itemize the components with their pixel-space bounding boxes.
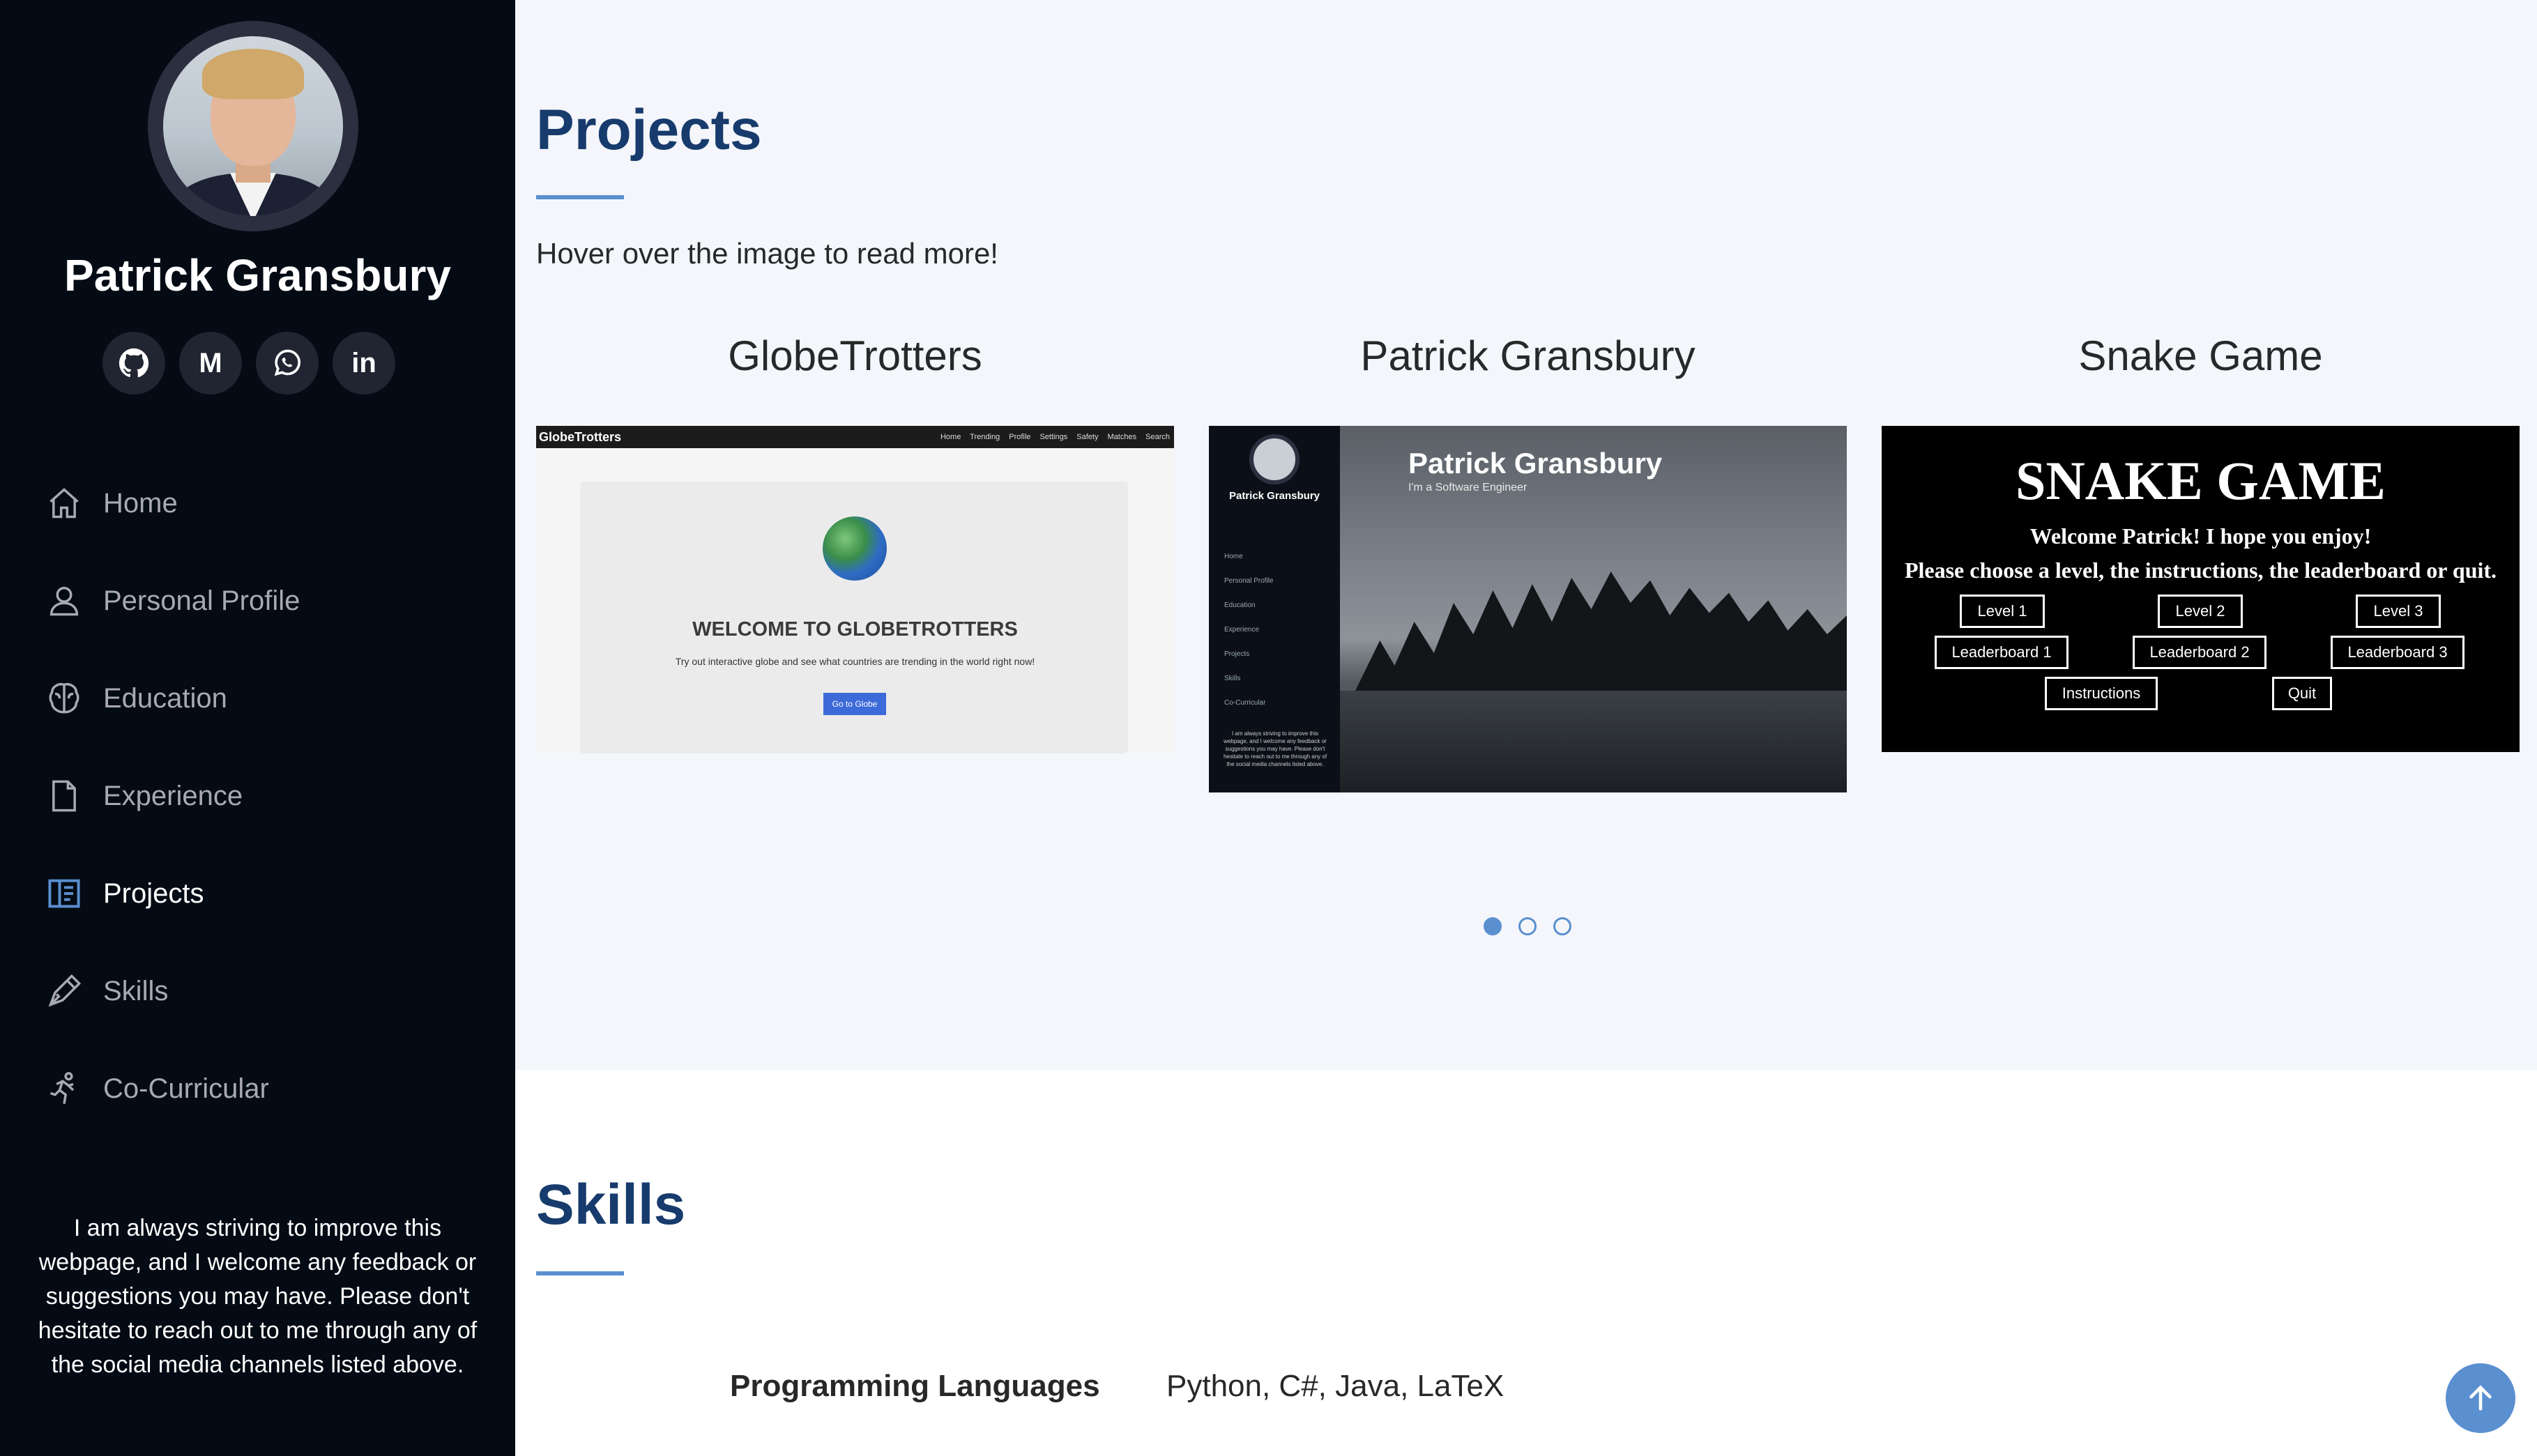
lake-image — [1340, 691, 1847, 792]
sg-instructions-button: Instructions — [2045, 677, 2158, 710]
whatsapp-link[interactable] — [256, 332, 319, 394]
carousel-dot-1[interactable] — [1484, 917, 1502, 935]
brain-icon — [49, 683, 79, 714]
sg-heading: SNAKE GAME — [2016, 450, 2386, 511]
profile-photo — [163, 36, 343, 216]
project-image-patrick-gransbury[interactable]: Patrick Gransbury Home Personal Profile … — [1209, 426, 1847, 792]
pg-nav-item: Projects — [1224, 650, 1250, 658]
file-icon — [52, 780, 76, 812]
sg-leaderboard-3-button: Leaderboard 3 — [2331, 636, 2464, 669]
gt-tagline: Try out interactive globe and see what c… — [675, 656, 1035, 667]
pg-nav-item: Skills — [1224, 675, 1241, 682]
sg-quit-button: Quit — [2272, 677, 2332, 710]
sidebar-nav: Home Personal Profile Education Experien… — [46, 454, 300, 1137]
sidebar-item-label: Experience — [103, 780, 243, 811]
sidebar-item-label: Home — [103, 487, 178, 519]
skills-title: Skills — [536, 1173, 686, 1236]
forest-image — [1355, 572, 1847, 691]
pg-nav-item: Experience — [1224, 626, 1260, 634]
linkedin-link[interactable]: in — [333, 332, 395, 394]
project-image-globetrotters[interactable]: GlobeTrotters Home Trending Profile Sett… — [536, 426, 1174, 753]
github-icon — [119, 348, 149, 378]
home-icon — [49, 488, 79, 519]
carousel-dot-2[interactable] — [1518, 917, 1537, 935]
pg-hero-subtitle: I'm a Software Engineer — [1408, 482, 1527, 493]
sidebar-item-label: Projects — [103, 878, 204, 909]
sidebar-footer-note: I am always striving to improve this web… — [38, 1215, 478, 1378]
gt-brand: GlobeTrotters — [539, 430, 622, 444]
pg-nav: Home Personal Profile Education Experien… — [1224, 544, 1274, 715]
arrow-up-icon — [2469, 1385, 2492, 1411]
sidebar-item-label: Education — [103, 682, 227, 714]
sidebar-item-projects[interactable]: Projects — [46, 845, 300, 942]
linkedin-icon: in — [351, 347, 376, 378]
carousel-dot-3[interactable] — [1553, 917, 1571, 935]
pen-icon — [48, 974, 82, 1007]
gmail-link[interactable]: M — [179, 332, 242, 394]
sidebar-item-co-curricular[interactable]: Co-Curricular — [46, 1040, 300, 1137]
avatar — [148, 21, 358, 231]
sg-instructions: Please choose a level, the instructions,… — [1904, 558, 2497, 583]
gt-heading: WELCOME TO GLOBETROTTERS — [692, 618, 1018, 641]
projects-hint: Hover over the image to read more! — [536, 237, 998, 270]
projects-title: Projects — [536, 98, 762, 162]
gt-go-button: Go to Globe — [823, 693, 886, 715]
back-to-top-button[interactable] — [2446, 1363, 2515, 1433]
projects-title-underline — [536, 195, 624, 199]
sg-leaderboard-2-button: Leaderboard 2 — [2133, 636, 2266, 669]
gmail-icon: M — [199, 347, 222, 378]
sidebar-item-experience[interactable]: Experience — [46, 747, 300, 845]
sidebar-item-label: Skills — [103, 975, 169, 1006]
sidebar-item-skills[interactable]: Skills — [46, 942, 300, 1040]
skill-category-value: Python, C#, Java, LaTeX — [1166, 1369, 1504, 1403]
github-link[interactable] — [102, 332, 165, 394]
skills-title-underline — [536, 1271, 624, 1275]
pg-nav-item: Education — [1224, 601, 1256, 609]
sidebar-item-home[interactable]: Home — [46, 454, 300, 552]
pg-footer-note: I am always striving to improve this web… — [1223, 730, 1327, 767]
project-title-globetrotters: GlobeTrotters — [728, 332, 982, 379]
pg-hero-name: Patrick Gransbury — [1408, 447, 1663, 480]
globe-icon — [823, 516, 887, 581]
sg-level-2-button: Level 2 — [2158, 595, 2243, 628]
project-image-snake-game[interactable]: SNAKE GAME Welcome Patrick! I hope you e… — [1882, 426, 2520, 752]
sg-level-3-button: Level 3 — [2356, 595, 2441, 628]
social-links: M in — [102, 332, 395, 394]
sidebar-item-label: Personal Profile — [103, 585, 300, 616]
sidebar-item-education[interactable]: Education — [46, 650, 300, 747]
pg-nav-item: Co-Curricular — [1224, 699, 1266, 707]
sidebar-item-personal-profile[interactable]: Personal Profile — [46, 552, 300, 650]
pg-name: Patrick Gransbury — [1228, 490, 1320, 502]
whatsapp-icon — [274, 349, 300, 376]
sidebar: Patrick Gransbury M in Home Personal Pro… — [0, 0, 515, 1456]
layout-icon — [48, 879, 80, 908]
pg-nav-item: Home — [1224, 553, 1243, 560]
person-icon — [49, 586, 79, 616]
sg-welcome: Welcome Patrick! I hope you enjoy! — [2029, 523, 2372, 549]
pg-sidebar: Patrick Gransbury Home Personal Profile … — [1209, 426, 1340, 792]
pg-avatar — [1249, 434, 1300, 484]
sg-leaderboard-1-button: Leaderboard 1 — [1935, 636, 2069, 669]
gt-nav-links: Home Trending Profile Settings Safety Ma… — [940, 433, 1170, 441]
project-title-snake-game: Snake Game — [2078, 332, 2323, 379]
running-icon — [49, 1072, 75, 1104]
profile-name: Patrick Gransbury — [64, 250, 451, 300]
skill-category-label: Programming Languages — [730, 1369, 1100, 1403]
sg-level-1-button: Level 1 — [1960, 595, 2045, 628]
sidebar-item-label: Co-Curricular — [103, 1073, 269, 1104]
pg-nav-item: Personal Profile — [1224, 577, 1274, 585]
project-title-patrick-gransbury: Patrick Gransbury — [1360, 332, 1696, 379]
